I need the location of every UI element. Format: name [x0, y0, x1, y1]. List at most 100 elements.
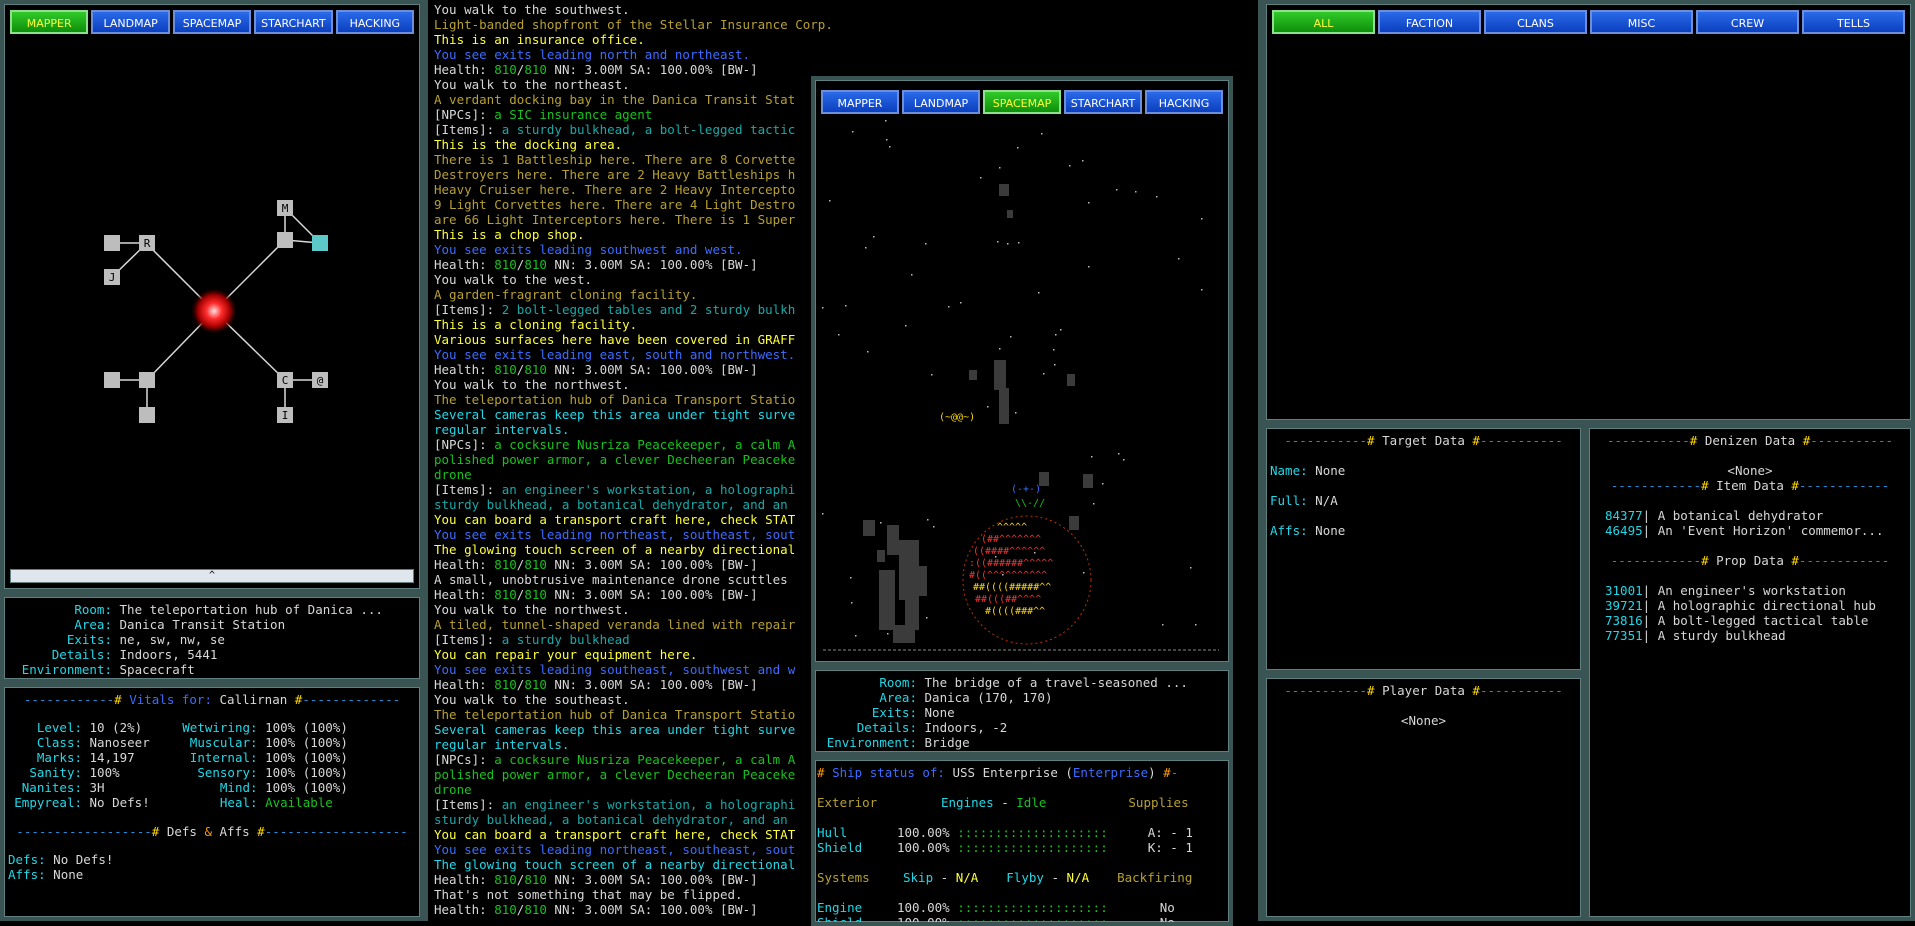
player-ship-marker: (~@@~): [939, 412, 975, 423]
denizen-data-panel: -----------# Denizen Data #----------- <…: [1585, 424, 1915, 921]
star: [925, 243, 927, 245]
denizen-data-header: -----------# Denizen Data #-----------: [1606, 433, 1894, 448]
item-data-header: ------------# Item Data #------------: [1610, 478, 1890, 493]
star: [1017, 147, 1019, 149]
target-full: N/A: [1315, 493, 1338, 508]
planet-row: ((####^^^^^^: [973, 546, 1045, 557]
supply-k: K: - 1: [1147, 840, 1193, 855]
bridge-details-value: Indoors, -2: [924, 720, 1008, 735]
star: [845, 305, 847, 307]
star: [1201, 218, 1203, 220]
star: [1088, 266, 1090, 268]
star: [880, 522, 882, 524]
item-data-row[interactable]: 46495| An 'Event Horizon' commemor...: [1593, 523, 1907, 538]
item-data-row[interactable]: 84377| A botanical dehydrator: [1593, 508, 1907, 523]
tab-landmap[interactable]: Landmap: [91, 10, 170, 34]
star: [873, 236, 875, 238]
star: [1156, 196, 1158, 198]
tab-starchart[interactable]: Starchart: [1064, 90, 1142, 114]
star: [1055, 334, 1057, 336]
star: [1178, 258, 1180, 260]
tab-hacking[interactable]: Hacking: [1145, 90, 1223, 114]
ship-status-panel: # Ship status of: USS Enterprise (Enterp…: [811, 756, 1233, 926]
planet-glyph: ^^^^^(##^^^^^^^((####^^^^^^:((######^^^^…: [962, 515, 1092, 645]
star: [1060, 329, 1062, 331]
planet-row: ##(((##^^^^: [975, 594, 1041, 605]
room-info-panel: Room: The teleportation hub of Danica ..…: [0, 593, 424, 683]
prop-data-row[interactable]: 31001| An engineer's workstation: [1593, 583, 1907, 598]
engines-label: Engines: [941, 795, 994, 810]
space-map[interactable]: (~@@~) (-+-) \\-// ^^^^^(##^^^^^^^((####…: [819, 120, 1225, 660]
tab-mapper[interactable]: Mapper: [821, 90, 899, 114]
star: [886, 139, 888, 141]
star: [1043, 373, 1045, 375]
star: [927, 519, 929, 521]
prop-data-row[interactable]: 77351| A sturdy bulkhead: [1593, 628, 1907, 643]
systems-label: Systems: [817, 870, 870, 885]
bridge-room-label: Room:: [879, 675, 917, 690]
map-scrollbar[interactable]: ^: [10, 569, 414, 583]
star: [855, 635, 857, 637]
vitals-row: Empyreal: No Defs! Heal: Available: [14, 795, 333, 810]
star: [1088, 202, 1090, 204]
star: [1082, 160, 1084, 162]
tab-misc[interactable]: Misc: [1590, 10, 1693, 34]
defs-label: Defs:: [8, 852, 46, 867]
star: [1091, 456, 1093, 458]
vitals-row: Marks: 14,197 Internal: 100% (100%): [36, 750, 348, 765]
star: [1195, 624, 1197, 626]
tab-mapper[interactable]: Mapper: [10, 10, 89, 34]
comm-panel: All Faction Clans Misc Crew Tells: [1262, 0, 1915, 424]
prop-data-row[interactable]: 73816| A bolt-legged tactical table: [1593, 613, 1907, 628]
item-data-list: 84377| A botanical dehydrator 46495| An '…: [1593, 508, 1907, 538]
tab-starchart[interactable]: Starchart: [254, 10, 333, 34]
star: [926, 617, 928, 619]
prop-data-row[interactable]: 39721| A holographic directional hub: [1593, 598, 1907, 613]
bridge-env-value: Bridge: [924, 735, 970, 750]
tab-tells[interactable]: Tells: [1802, 10, 1905, 34]
svg-text:R: R: [144, 237, 151, 250]
svg-text:C: C: [282, 374, 289, 387]
star: [838, 334, 840, 336]
tab-crew[interactable]: Crew: [1696, 10, 1799, 34]
spacemap-window: Mapper Landmap Spacemap Starchart Hackin…: [811, 76, 1233, 666]
tab-spacemap[interactable]: Spacemap: [983, 90, 1061, 114]
star: [1010, 336, 1012, 338]
vitals-table: Level: 10 (2%) Wetwiring: 100% (100%) Clas…: [8, 720, 416, 810]
flyby-state: N/A: [1066, 870, 1090, 885]
star: [1069, 165, 1071, 167]
bridge-exits-label: Exits:: [871, 705, 917, 720]
tab-landmap[interactable]: Landmap: [902, 90, 980, 114]
star: [867, 351, 869, 353]
tab-hacking[interactable]: Hacking: [335, 10, 415, 34]
log-line: Light-banded shopfront of the Stellar In…: [434, 17, 833, 32]
star: [1118, 453, 1120, 455]
star: [1007, 243, 1009, 245]
tab-clans[interactable]: Clans: [1484, 10, 1587, 34]
prop-data-list: 31001| An engineer's workstation 39721| A…: [1593, 583, 1907, 643]
defs-value: No Defs!: [53, 852, 114, 867]
bridge-info-panel: Room: The bridge of a travel-seasoned ..…: [811, 666, 1233, 756]
star: [829, 200, 831, 202]
star: [931, 374, 933, 376]
tab-faction[interactable]: Faction: [1378, 10, 1481, 34]
engines-state: Idle: [1016, 795, 1047, 810]
area-map[interactable]: R J M C @ I: [8, 40, 420, 570]
player-data-panel: -----------# Player Data #----------- <N…: [1262, 674, 1585, 921]
details-label: Details:: [51, 647, 112, 662]
svg-text:M: M: [282, 202, 289, 215]
star: [887, 633, 889, 635]
environment-value: Spacecraft: [119, 662, 195, 677]
ship-status-title: # Ship status of: USS Enterprise (Enterp…: [817, 765, 1179, 780]
star: [850, 577, 852, 579]
hull-label: Hull: [817, 825, 848, 840]
vitals-panel: ------------# Vitals for: Callirnan #---…: [0, 683, 424, 921]
tab-spacemap[interactable]: Spacemap: [172, 10, 252, 34]
star: [865, 247, 867, 249]
room-value: The teleportation hub of Danica ...: [119, 602, 383, 617]
hull-pct: 100.00%: [897, 825, 950, 840]
current-room-marker: [191, 288, 237, 334]
tab-all[interactable]: All: [1272, 10, 1375, 34]
planet-row: ^^^^^: [997, 522, 1027, 533]
shield-pct: 100.00%: [897, 840, 950, 855]
